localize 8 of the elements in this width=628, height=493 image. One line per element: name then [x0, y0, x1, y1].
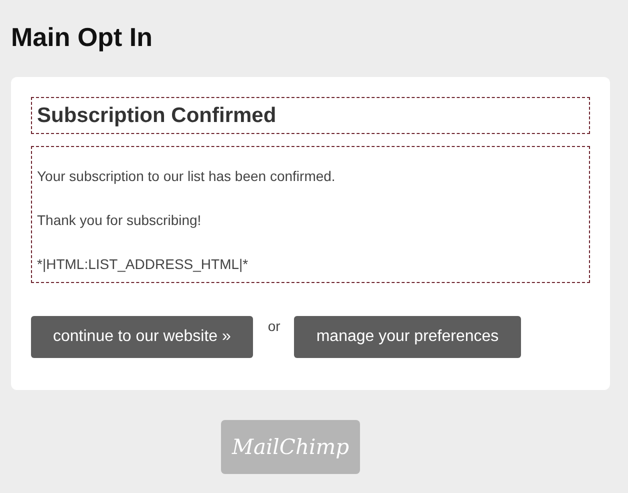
separator-text: or — [268, 318, 280, 334]
body-text: Your subscription to our list has been confirmed. — [37, 167, 336, 186]
preferences-button[interactable]: manage your preferences — [294, 316, 521, 358]
card-heading: Subscription Confirmed — [37, 103, 278, 129]
body-text: *|HTML:LIST_ADDRESS_HTML|* — [37, 255, 250, 274]
page-title: Main Opt In — [11, 21, 154, 54]
body-text: Thank you for subscribing! — [37, 211, 202, 230]
continue-button[interactable]: continue to our website » — [31, 316, 253, 358]
